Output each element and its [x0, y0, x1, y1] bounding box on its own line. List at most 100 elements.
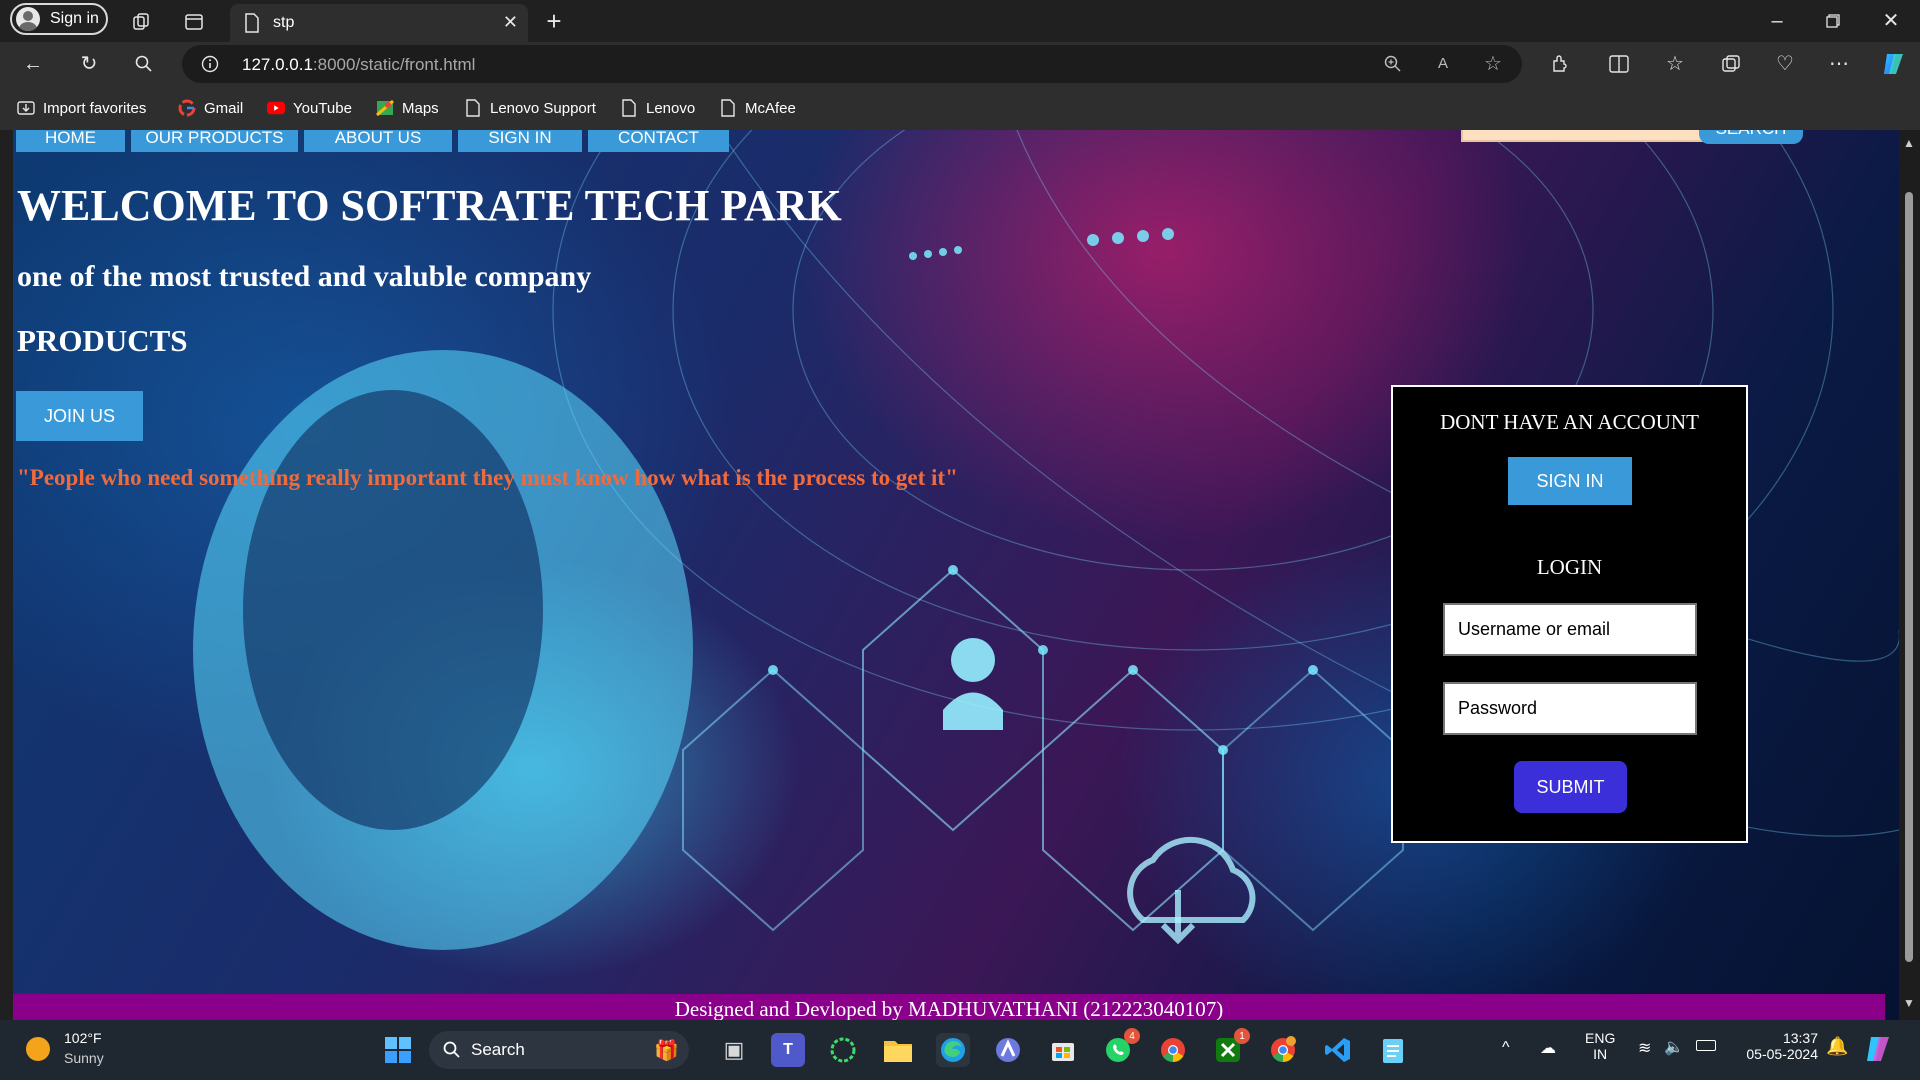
whatsapp-icon[interactable]: 4: [1101, 1028, 1140, 1067]
favorite-gmail[interactable]: Gmail: [178, 98, 243, 118]
favorite-maps[interactable]: Maps: [376, 98, 439, 118]
file-explorer-icon[interactable]: [881, 1033, 915, 1067]
circle-app-icon[interactable]: [826, 1033, 860, 1067]
google-icon: [178, 99, 196, 117]
page-footer: Designed and Devloped by MADHUVATHANI (2…: [13, 994, 1885, 1020]
vscode-icon[interactable]: [1321, 1033, 1355, 1067]
search-highlight-icon: 🎁: [654, 1039, 679, 1062]
battery-icon[interactable]: [1696, 1040, 1716, 1051]
password-placeholder: Password: [1458, 698, 1538, 718]
notepad-icon[interactable]: [1376, 1033, 1410, 1067]
xbox-icon[interactable]: 1: [1211, 1028, 1250, 1067]
onedrive-icon[interactable]: ☁: [1540, 1038, 1556, 1058]
close-tab-icon[interactable]: ✕: [503, 12, 518, 33]
vertical-scrollbar[interactable]: ▲ ▼: [1899, 130, 1920, 1020]
tab-actions-icon[interactable]: [181, 9, 207, 35]
username-field[interactable]: Username or email: [1443, 603, 1697, 656]
join-us-button[interactable]: JOIN US: [16, 391, 143, 441]
favorite-youtube[interactable]: YouTube: [267, 98, 352, 118]
whatsapp-badge: 4: [1124, 1028, 1140, 1044]
favorite-label: Lenovo Support: [490, 99, 596, 117]
split-screen-icon[interactable]: [1606, 53, 1632, 75]
favorite-label: McAfee: [745, 99, 796, 117]
workspaces-icon[interactable]: [128, 9, 154, 35]
nav-sign-in[interactable]: SIGN IN: [458, 130, 582, 152]
tab-stp[interactable]: stp ✕: [230, 4, 528, 42]
scrollbar-thumb[interactable]: [1905, 192, 1913, 962]
favorite-label: Maps: [402, 99, 439, 117]
extensions-icon[interactable]: [1547, 53, 1573, 75]
copilot-taskbar-icon[interactable]: [1864, 1034, 1894, 1069]
chrome-icon[interactable]: [1156, 1033, 1190, 1067]
volume-icon[interactable]: 🔈: [1664, 1037, 1684, 1057]
scroll-down-icon[interactable]: ▼: [1903, 996, 1915, 1010]
favorite-star-icon[interactable]: ☆: [1482, 54, 1504, 74]
refresh-icon[interactable]: ↻: [76, 53, 102, 75]
weather-desc: Sunny: [64, 1050, 104, 1066]
profile-button[interactable]: Sign in: [10, 3, 108, 35]
favorite-lenovo[interactable]: Lenovo: [620, 98, 695, 118]
language-line1: ENG: [1585, 1030, 1616, 1046]
ms-store-icon[interactable]: [1046, 1033, 1080, 1067]
collections-icon[interactable]: [1718, 53, 1744, 75]
new-tab-icon[interactable]: +: [541, 8, 567, 34]
card-sign-in-button[interactable]: SIGN IN: [1508, 457, 1632, 505]
more-menu-icon[interactable]: ⋯: [1826, 53, 1852, 75]
back-icon[interactable]: ←: [20, 53, 46, 75]
nav-our-products[interactable]: OUR PRODUCTS: [131, 130, 298, 152]
address-bar[interactable]: 127.0.0.1:8000/static/front.html A ☆: [182, 45, 1522, 83]
favorite-lenovo-support[interactable]: Lenovo Support: [464, 98, 596, 118]
notification-bell-icon[interactable]: 🔔: [1826, 1036, 1848, 1057]
username-placeholder: Username or email: [1458, 619, 1611, 639]
windows-start-icon[interactable]: [381, 1033, 415, 1067]
language-indicator[interactable]: ENG IN: [1585, 1030, 1615, 1062]
wifi-icon[interactable]: ≋: [1638, 1038, 1651, 1058]
weather-sun-icon[interactable]: [26, 1037, 50, 1061]
favorites-icon[interactable]: ☆: [1662, 53, 1688, 75]
zoom-icon[interactable]: [1382, 54, 1404, 74]
page-icon: [244, 13, 260, 38]
read-aloud-icon[interactable]: A: [1432, 54, 1454, 74]
browser-essentials-icon[interactable]: ♡: [1772, 53, 1798, 75]
task-view-icon[interactable]: ▣: [717, 1033, 751, 1067]
search-button[interactable]: SEARCH: [1699, 130, 1803, 144]
page-icon: [719, 99, 737, 117]
login-card: DONT HAVE AN ACCOUNT SIGN IN LOGIN Usern…: [1391, 385, 1748, 843]
taskbar-search[interactable]: Search 🎁: [429, 1031, 689, 1069]
browser-tab-bar: Sign in stp ✕ + – ✕: [0, 0, 1920, 42]
url-text: 127.0.0.1:8000/static/front.html: [242, 55, 475, 75]
close-window-icon[interactable]: ✕: [1876, 8, 1906, 34]
avatar-icon: [16, 7, 40, 31]
clock[interactable]: 13:37 05-05-2024: [1742, 1030, 1818, 1062]
nav-contact[interactable]: CONTACT: [588, 130, 729, 152]
nav-about-us[interactable]: ABOUT US: [304, 130, 452, 152]
clock-date: 05-05-2024: [1746, 1046, 1818, 1062]
xbox-badge: 1: [1234, 1028, 1250, 1044]
search-icon[interactable]: [131, 53, 157, 75]
nav-home[interactable]: HOME: [16, 130, 125, 152]
favorite-import[interactable]: Import favorites: [17, 98, 146, 118]
chrome-profile-icon[interactable]: [1266, 1033, 1300, 1067]
youtube-icon: [267, 99, 285, 117]
search-input[interactable]: [1461, 130, 1705, 142]
search-icon: [443, 1041, 460, 1058]
url-path: :8000/static/front.html: [312, 55, 476, 74]
minimize-icon[interactable]: –: [1762, 8, 1792, 34]
maps-icon: [376, 99, 394, 117]
submit-button[interactable]: SUBMIT: [1514, 761, 1627, 813]
site-info-icon[interactable]: [200, 54, 220, 74]
password-field[interactable]: Password: [1443, 682, 1697, 735]
copilot-icon[interactable]: [1880, 51, 1908, 77]
favorite-label: Gmail: [204, 99, 244, 117]
page-icon: [464, 99, 482, 117]
teams-icon[interactable]: T: [771, 1033, 805, 1067]
language-line2: IN: [1593, 1046, 1608, 1062]
taskbar-search-label: Search: [471, 1040, 525, 1059]
arc-app-icon[interactable]: [991, 1033, 1025, 1067]
scroll-up-icon[interactable]: ▲: [1903, 136, 1915, 150]
edge-icon[interactable]: [936, 1033, 970, 1067]
favorite-mcafee[interactable]: McAfee: [719, 98, 796, 118]
page-viewport: HOME OUR PRODUCTS ABOUT US SIGN IN CONTA…: [13, 130, 1899, 1020]
show-hidden-icons[interactable]: ^: [1502, 1039, 1510, 1057]
restore-icon[interactable]: [1818, 8, 1848, 34]
